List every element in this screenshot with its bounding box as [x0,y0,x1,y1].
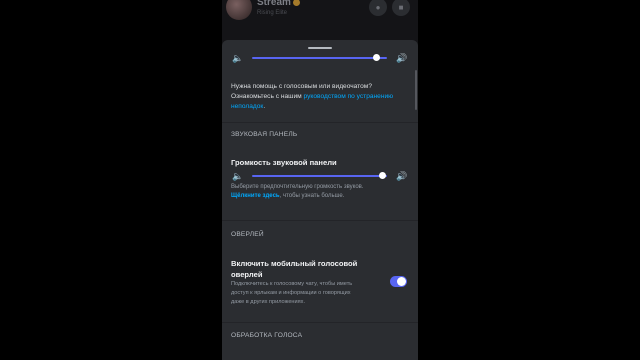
slider-knob[interactable] [372,54,380,61]
toggle-knob [397,277,406,286]
soundboard-section-title: ЗВУКОВАЯ ПАНЕЛЬ [231,131,298,138]
learn-more-link[interactable]: Щёлкните здесь [231,193,280,199]
volume-mute-icon: 🔈 [232,53,244,63]
people-icon: ● [375,2,381,12]
volume-mute-icon: 🔈 [232,171,244,181]
scrollbar-thumb[interactable] [415,70,417,110]
overlay-description: Подключитесь к голосовому чату, чтобы им… [231,281,353,305]
soundboard-volume-slider[interactable]: 🔈 🔊 [232,170,408,182]
voice-processing-section-title: ОБРАБОТКА ГОЛОСА [231,332,303,339]
overlay-toggle[interactable] [390,276,407,287]
members-button[interactable]: ● [369,0,387,16]
divider [222,220,418,221]
slider-track[interactable] [252,57,387,59]
chat-bubble-icon: ■ [398,2,404,12]
overlay-section-title: ОВЕРЛЕЙ [231,231,264,238]
phone-screen: Stream Rising Elite ● ■ 🔈 🔊 Нужна помощь… [222,0,418,360]
slider-knob[interactable] [379,172,387,179]
chat-button[interactable]: ■ [392,0,410,16]
channel-name: Stream [257,0,300,8]
divider [222,322,418,323]
overlay-toggle-label: Включить мобильный голосовой оверлей [231,259,358,279]
soundboard-description: Выберите предпочтительную громкость звук… [231,184,364,199]
drag-handle[interactable] [308,47,332,49]
soundboard-volume-label: Громкость звуковой панели [231,158,337,167]
volume-up-icon: 🔊 [396,171,408,181]
divider [222,122,418,123]
slider-track[interactable] [252,175,387,177]
volume-up-icon: 🔊 [396,53,408,63]
voice-volume-slider[interactable]: 🔈 🔊 [232,52,408,64]
voice-settings-sheet: 🔈 🔊 Нужна помощь с голосовым или видеоча… [222,40,418,360]
voice-help-text: Нужна помощь с голосовым или видеочатом?… [231,83,394,110]
boost-badge-icon [292,0,300,6]
channel-subtitle: Rising Elite [257,10,288,16]
avatar[interactable] [226,0,252,20]
